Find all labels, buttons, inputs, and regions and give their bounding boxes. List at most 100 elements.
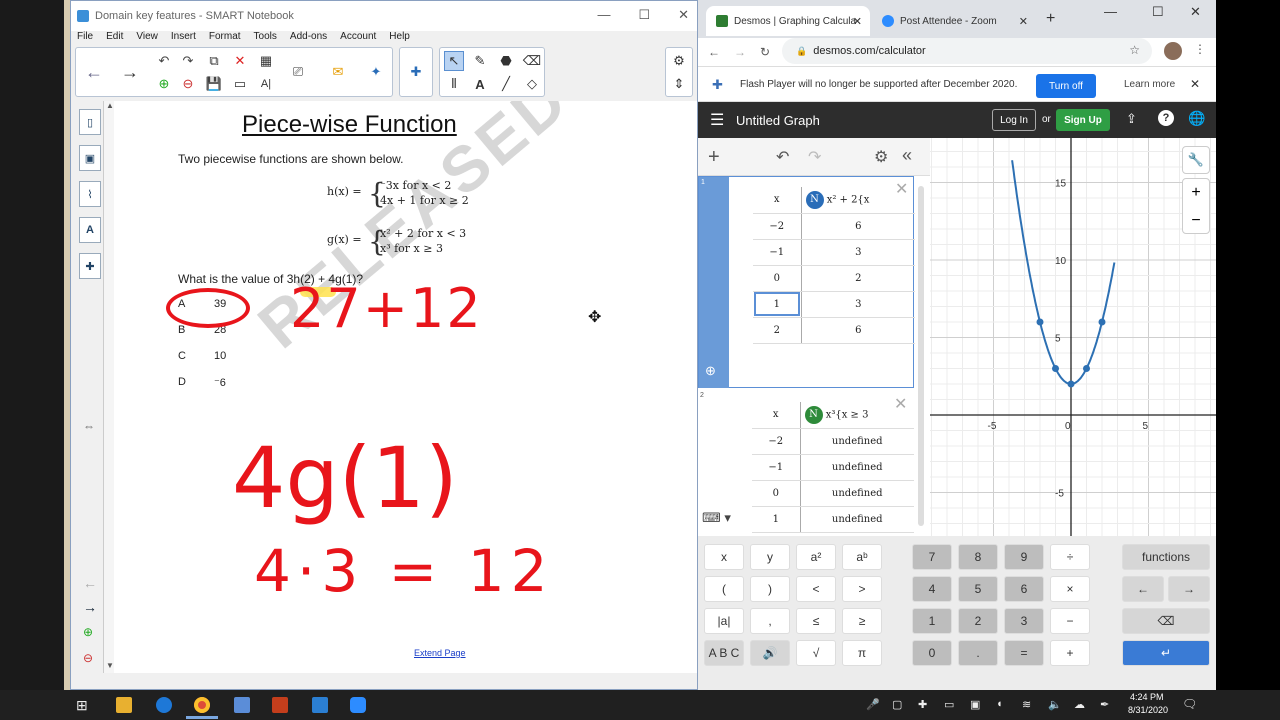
forward-icon[interactable]: → <box>734 45 746 59</box>
keypad-key[interactable]: 8 <box>958 544 998 570</box>
chrome-minimize-button[interactable]: — <box>1104 4 1117 19</box>
lesson-activity-icon[interactable]: ✚ <box>406 62 426 82</box>
gallery-tab-icon[interactable]: ▣ <box>79 145 101 171</box>
functions-button[interactable]: functions <box>1122 544 1210 570</box>
menu-tools[interactable]: Tools <box>254 31 277 47</box>
keypad-key[interactable]: 6 <box>1004 576 1044 602</box>
points-style-icon[interactable]: N <box>805 190 824 209</box>
menu-insert[interactable]: Insert <box>171 31 196 47</box>
document-camera-icon[interactable]: ⎚ <box>288 62 308 82</box>
table-cell[interactable]: −2 <box>753 213 802 240</box>
keypad-key[interactable]: 1 <box>912 608 952 634</box>
cursor-right-key[interactable]: → <box>1168 576 1210 602</box>
chrome-maximize-button[interactable]: ☐ <box>1152 4 1164 20</box>
language-globe-icon[interactable]: 🌐 <box>1188 110 1205 127</box>
table-cell[interactable]: −2 <box>752 428 801 455</box>
table-icon[interactable]: ▦ <box>256 51 276 71</box>
keypad-key[interactable]: √ <box>796 640 836 666</box>
url-bar[interactable]: 🔒 desmos.com/calculator ☆ <box>782 38 1152 64</box>
keypad-key[interactable]: . <box>958 640 998 666</box>
keypad-key[interactable]: × <box>1050 576 1090 602</box>
new-tab-icon[interactable]: + <box>1046 10 1055 28</box>
keypad-key[interactable]: 🔊 <box>750 640 790 666</box>
page-sorter-tab-icon[interactable]: ▯ <box>79 109 101 135</box>
table-cell[interactable]: 0 <box>752 480 801 507</box>
fill-tool-icon[interactable]: ⬣ <box>496 51 516 71</box>
network-tray-icon[interactable]: ▭ <box>944 698 954 711</box>
collapse-list-icon[interactable]: « <box>902 145 912 166</box>
table-cell[interactable]: −1 <box>752 454 801 481</box>
scroll-up-icon[interactable]: ▲ <box>106 101 114 110</box>
forward-arrow-icon[interactable]: → <box>120 62 140 82</box>
add-page-icon[interactable]: ⊕ <box>154 74 174 94</box>
undo-icon[interactable]: ↶ <box>776 147 789 167</box>
settings-gear-icon[interactable]: ⚙ <box>874 147 888 167</box>
paste-icon[interactable]: ⧉ <box>204 51 224 71</box>
keypad-key[interactable]: , <box>750 608 790 634</box>
powerpoint-icon[interactable] <box>272 697 288 713</box>
back-arrow-icon[interactable]: ← <box>84 62 104 82</box>
turn-off-button[interactable]: Turn off <box>1036 74 1096 98</box>
tab-close-icon[interactable]: ✕ <box>1019 15 1028 28</box>
resize-panel-icon[interactable]: ⇔ <box>83 419 95 433</box>
keypad-key[interactable]: y <box>750 544 790 570</box>
keypad-key[interactable]: ) <box>750 576 790 602</box>
shapes-eraser-icon[interactable]: ◇ <box>522 74 542 94</box>
zoom-app-icon[interactable] <box>350 697 366 713</box>
enter-key[interactable]: ↵ <box>1122 640 1210 666</box>
screen-shade-icon[interactable]: ▭ <box>230 74 250 94</box>
menu-account[interactable]: Account <box>340 31 376 47</box>
chrome-browser-icon[interactable] <box>194 697 210 713</box>
keypad-key[interactable]: 7 <box>912 544 952 570</box>
graph-title[interactable]: Untitled Graph <box>736 113 820 128</box>
keypad-key[interactable]: a² <box>796 544 836 570</box>
delete-icon[interactable]: ✕ <box>230 51 250 71</box>
keypad-key[interactable]: ≤ <box>796 608 836 634</box>
volume-tray-icon[interactable]: 🔈 <box>1048 698 1062 711</box>
smart-notebook-icon[interactable] <box>312 697 328 713</box>
expression-1[interactable]: 1 ⊕ ✕ x N x² + 2{x −2 6 −1 3 02 13 26 <box>698 176 915 389</box>
line-tool-icon[interactable]: ╱ <box>496 74 516 94</box>
keyboard-toggle-icon[interactable]: ⌨ ▾ <box>702 510 762 532</box>
onedrive-tray-icon[interactable]: ☁ <box>1074 698 1085 711</box>
prev-page-icon[interactable]: ← <box>83 575 97 591</box>
wifi-tray-icon[interactable]: ≋ <box>1022 698 1031 711</box>
keypad-key[interactable]: 0 <box>912 640 952 666</box>
signup-button[interactable]: Sign Up <box>1056 109 1110 131</box>
menu-edit[interactable]: Edit <box>106 31 123 47</box>
keypad-key[interactable]: A B C <box>704 640 744 666</box>
file-explorer-icon[interactable] <box>116 697 132 713</box>
keypad-key[interactable]: π <box>842 640 882 666</box>
clock-time[interactable]: 4:24 PM <box>1130 692 1164 702</box>
attachments-tab-icon[interactable]: ⌇ <box>79 181 101 207</box>
gear-icon[interactable]: ⚙ <box>669 51 689 71</box>
menu-addons[interactable]: Add-ons <box>290 31 327 47</box>
hamburger-menu-icon[interactable]: ☰ <box>710 110 724 130</box>
addons-tab-icon[interactable]: ✚ <box>79 253 101 279</box>
table-1-header-f[interactable]: N x² + 2{x <box>801 187 915 214</box>
page-left-scrollbar[interactable] <box>104 101 114 673</box>
maximize-button[interactable]: ☐ <box>638 7 650 23</box>
delete-page-side-icon[interactable]: ⊖ <box>83 651 93 665</box>
keypad-key[interactable]: |a| <box>704 608 744 634</box>
redo-icon[interactable]: ↷ <box>808 147 821 167</box>
keypad-key[interactable]: 5 <box>958 576 998 602</box>
close-button[interactable]: ✕ <box>678 7 689 23</box>
tab-zoom[interactable]: Post Attendee - Zoom ✕ <box>872 6 1036 36</box>
table-2-header-f[interactable]: N x³{x ≥ 3 <box>800 402 914 429</box>
table-cell[interactable]: −1 <box>753 239 802 266</box>
measurement-icon[interactable]: ⫴ <box>444 74 464 94</box>
next-page-icon[interactable]: → <box>83 599 97 615</box>
eraser-tool-icon[interactable]: ⌫ <box>522 51 542 71</box>
menu-view[interactable]: View <box>136 31 158 47</box>
graph-settings-wrench-icon[interactable]: 🔧 <box>1182 146 1210 174</box>
menu-format[interactable]: Format <box>209 31 241 47</box>
keypad-key[interactable]: 2 <box>958 608 998 634</box>
table-cell[interactable]: 0 <box>753 265 802 292</box>
keypad-key[interactable]: = <box>1004 640 1044 666</box>
add-item-icon[interactable]: + <box>708 146 720 169</box>
learn-more-link[interactable]: Learn more <box>1124 79 1175 90</box>
bookmark-star-icon[interactable]: ☆ <box>1129 43 1140 57</box>
infobar-close-icon[interactable]: ✕ <box>1190 77 1200 91</box>
response-icon[interactable]: ✉ <box>328 62 348 82</box>
